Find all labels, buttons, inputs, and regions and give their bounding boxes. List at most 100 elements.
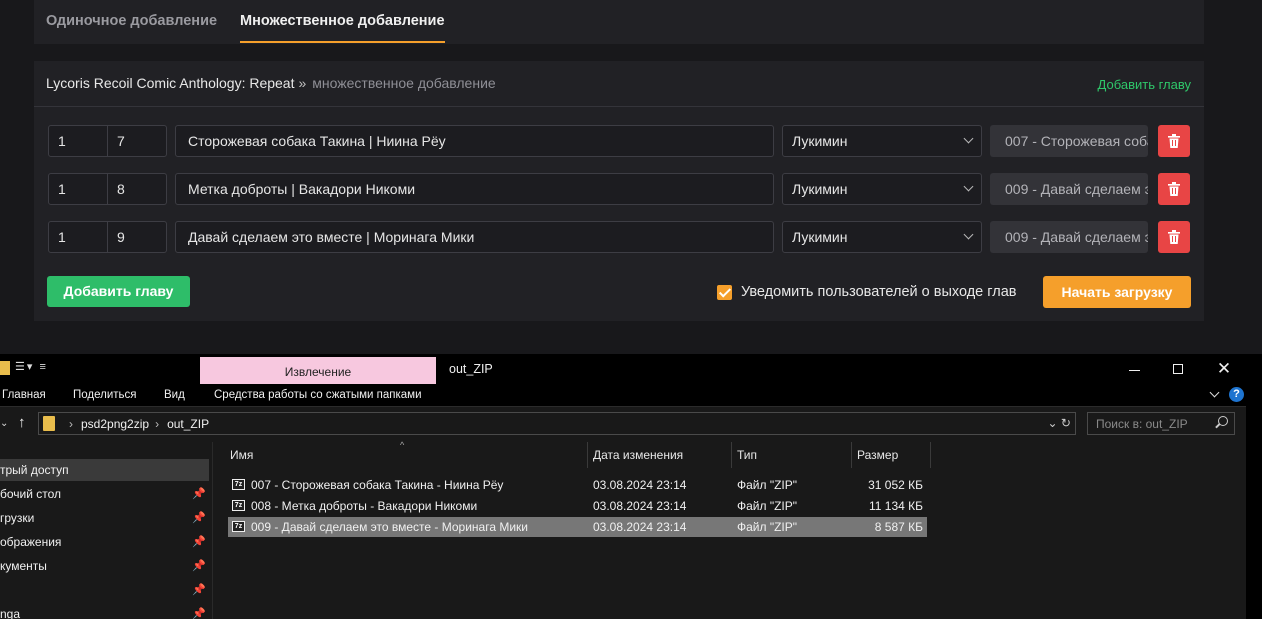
- breadcrumb: › psd2png2zip › out_ZIP: [63, 417, 209, 431]
- column-separator[interactable]: [587, 442, 588, 468]
- quick-access-toolbar-icon[interactable]: ☰▾ ≡: [15, 360, 48, 373]
- nav-item-label: бочий стол: [0, 487, 62, 501]
- active-tab-indicator: [240, 41, 445, 43]
- chapter-title-input[interactable]: Давай сделаем это вместе | Моринага Мики: [175, 221, 774, 253]
- column-separator[interactable]: [731, 442, 732, 468]
- team-select-value: Лукимин: [792, 133, 848, 149]
- sort-ascending-icon: ^: [400, 440, 405, 450]
- pin-icon: 📌: [192, 608, 206, 619]
- multi-add-card: Lycoris Recoil Comic Anthology: Repeat» м…: [34, 61, 1204, 321]
- file-row-selected[interactable]: 7z 009 - Давай сделаем это вместе - Мори…: [228, 517, 927, 537]
- chapter-number-input[interactable]: 9: [107, 221, 167, 253]
- trash-icon: [1168, 134, 1180, 148]
- trash-icon: [1168, 182, 1180, 196]
- file-picker[interactable]: 009 - Давай сделаем это вместе: [990, 173, 1148, 205]
- maximize-button[interactable]: [1165, 358, 1191, 380]
- ribbon-tab-view[interactable]: Вид: [164, 389, 185, 401]
- column-separator[interactable]: [851, 442, 852, 468]
- volume-input[interactable]: 1: [48, 221, 108, 253]
- nav-item-quick-access[interactable]: трый доступ: [0, 459, 209, 481]
- manga-title[interactable]: Lycoris Recoil Comic Anthology: Repeat: [46, 75, 295, 91]
- chapter-number-input[interactable]: 8: [107, 173, 167, 205]
- folder-icon: [43, 416, 55, 431]
- nav-item-label: трый доступ: [0, 463, 69, 477]
- nav-item-label: кументы: [0, 559, 47, 573]
- chevron-right-icon: ›: [155, 417, 160, 431]
- help-icon[interactable]: ?: [1229, 387, 1244, 402]
- chapter-number-input[interactable]: 7: [107, 125, 167, 157]
- path-segment[interactable]: psd2png2zip: [81, 417, 149, 431]
- file-row[interactable]: 7z 008 - Метка доброты - Вакадори Никоми…: [228, 496, 927, 516]
- nav-item-desktop[interactable]: бочий стол 📌: [0, 483, 210, 505]
- search-placeholder: Поиск в: out_ZIP: [1096, 417, 1188, 431]
- nav-item-documents[interactable]: кументы 📌: [0, 555, 210, 577]
- search-box[interactable]: Поиск в: out_ZIP: [1087, 412, 1235, 435]
- tab-extract[interactable]: Извлечение: [200, 357, 436, 387]
- volume-input[interactable]: 1: [48, 125, 108, 157]
- pin-icon: 📌: [192, 584, 206, 596]
- minimize-button[interactable]: [1121, 358, 1147, 380]
- pin-icon: 📌: [192, 536, 206, 548]
- nav-item-label: nga: [0, 607, 21, 619]
- tab-single-add[interactable]: Одиночное добавление: [46, 13, 217, 29]
- file-picker[interactable]: 009 - Давай сделаем это вместе: [990, 221, 1148, 253]
- file-date: 03.08.2024 23:14: [593, 499, 687, 513]
- nav-item-pictures[interactable]: ображения 📌: [0, 531, 210, 553]
- file-name: 008 - Метка доброты - Вакадори Никоми: [251, 499, 478, 513]
- close-icon: ✕: [1216, 359, 1232, 378]
- column-separator[interactable]: [930, 442, 931, 468]
- notify-label[interactable]: Уведомить пользователей о выходе глав: [741, 284, 1016, 300]
- close-button[interactable]: ✕: [1211, 358, 1237, 380]
- nav-item-label: ображения: [0, 535, 62, 549]
- chapter-title-input[interactable]: Сторожевая собака Такина | Ниина Рёу: [175, 125, 774, 157]
- address-row: ⌄ ↑ › psd2png2zip › out_ZIP ⌄ ↻ Поиск в: ou…: [0, 408, 1246, 440]
- ribbon-tab-share[interactable]: Поделиться: [73, 389, 137, 401]
- path-segment[interactable]: out_ZIP: [167, 417, 209, 431]
- team-select[interactable]: Лукимин: [782, 221, 982, 253]
- delete-row-button[interactable]: [1158, 173, 1190, 205]
- ribbon-tabs: Главная Поделиться Вид Средства работы с…: [0, 384, 1246, 407]
- tabs-bar: Одиночное добавление Множественное добав…: [34, 0, 1204, 44]
- pane-divider[interactable]: [212, 442, 213, 619]
- nav-item[interactable]: 📌: [0, 579, 210, 601]
- ribbon-tab-home[interactable]: Главная: [2, 389, 46, 401]
- nav-item-manga[interactable]: nga 📌: [0, 603, 210, 619]
- file-row[interactable]: 7z 007 - Сторожевая собака Такина - Ниин…: [228, 475, 927, 495]
- pin-icon: 📌: [192, 488, 206, 500]
- expand-ribbon-icon[interactable]: [1209, 387, 1220, 398]
- chevron-down-icon: [963, 229, 974, 240]
- ribbon-tab-compressed-tools[interactable]: Средства работы со сжатыми папками: [214, 389, 422, 401]
- nav-item-downloads[interactable]: грузки 📌: [0, 507, 210, 529]
- file-picker[interactable]: 007 - Сторожевая собака Такина: [990, 125, 1148, 157]
- address-bar[interactable]: › psd2png2zip › out_ZIP ⌄ ↻: [38, 412, 1076, 435]
- column-header-name[interactable]: Имя: [230, 448, 253, 462]
- column-header-size[interactable]: Размер: [857, 448, 898, 462]
- add-chapter-link[interactable]: Добавить главу: [1098, 77, 1191, 92]
- start-upload-button[interactable]: Начать загрузку: [1043, 276, 1191, 308]
- pin-icon: 📌: [192, 560, 206, 572]
- window-title: out_ZIP: [449, 362, 493, 376]
- column-header-date[interactable]: Дата изменения: [593, 448, 683, 462]
- zip-file-icon: 7z: [232, 521, 245, 532]
- chapter-title-input[interactable]: Метка доброты | Вакадори Никоми: [175, 173, 774, 205]
- delete-row-button[interactable]: [1158, 125, 1190, 157]
- navigation-pane: трый доступ бочий стол 📌 грузки 📌 ображени…: [0, 454, 212, 619]
- recent-locations-icon[interactable]: ⌄: [0, 418, 8, 429]
- team-select[interactable]: Лукимин: [782, 125, 982, 157]
- team-select[interactable]: Лукимин: [782, 173, 982, 205]
- file-size: 31 052 КБ: [868, 478, 923, 492]
- pin-icon: 📌: [192, 512, 206, 524]
- delete-row-button[interactable]: [1158, 221, 1190, 253]
- column-header-type[interactable]: Тип: [737, 448, 757, 462]
- add-chapter-button[interactable]: Добавить главу: [47, 276, 190, 307]
- refresh-icon[interactable]: ⌄ ↻: [1048, 416, 1071, 430]
- file-type: Файл "ZIP": [737, 520, 798, 534]
- file-date: 03.08.2024 23:14: [593, 520, 687, 534]
- up-arrow-icon[interactable]: ↑: [18, 414, 26, 431]
- notify-checkbox[interactable]: [717, 285, 732, 300]
- tab-multiple-add[interactable]: Множественное добавление: [240, 13, 445, 29]
- volume-input[interactable]: 1: [48, 173, 108, 205]
- title-bar: ☰▾ ≡ Извлечение out_ZIP ✕: [0, 354, 1246, 387]
- chevron-down-icon: [963, 133, 974, 144]
- zip-file-icon: 7z: [232, 500, 245, 511]
